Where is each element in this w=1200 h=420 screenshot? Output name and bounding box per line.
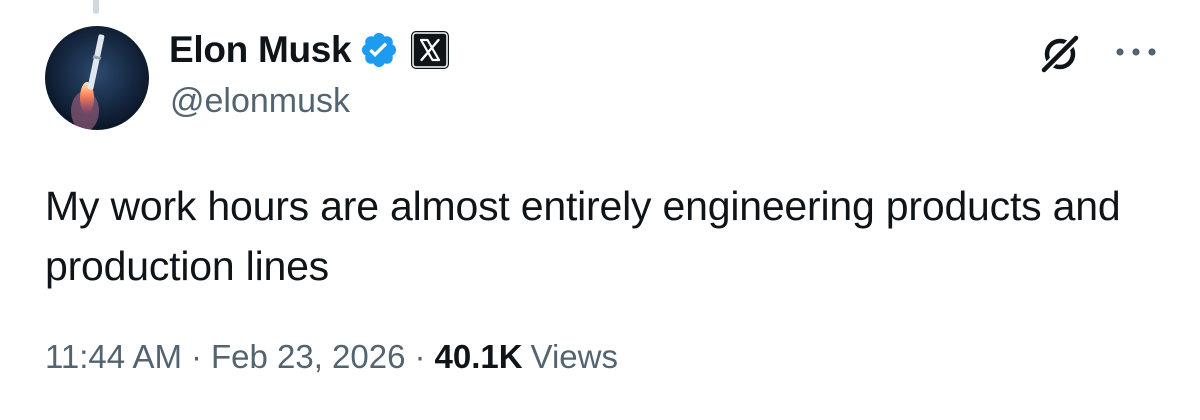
author-display-name[interactable]: Elon Musk bbox=[169, 29, 352, 71]
author-name-row: Elon Musk bbox=[169, 28, 450, 72]
meta-separator: · bbox=[414, 338, 426, 375]
verified-badge-icon[interactable] bbox=[359, 30, 399, 70]
views-label[interactable]: Views bbox=[531, 338, 618, 376]
grok-icon[interactable] bbox=[1036, 30, 1084, 78]
author-handle[interactable]: @elonmusk bbox=[170, 82, 350, 121]
meta-separator: · bbox=[190, 338, 202, 375]
avatar-image bbox=[45, 26, 149, 130]
more-dots-icon[interactable] bbox=[1112, 38, 1160, 66]
avatar[interactable] bbox=[45, 26, 149, 130]
tweet-meta: 11:44 AM · Feb 23, 2026 · 40.1K Views bbox=[45, 338, 618, 376]
views-count[interactable]: 40.1K bbox=[434, 338, 522, 376]
tweet-text: My work hours are almost entirely engine… bbox=[45, 183, 1121, 289]
thread-connector-line bbox=[93, 0, 99, 14]
tweet-date[interactable]: Feb 23, 2026 bbox=[211, 338, 406, 376]
x-logo-icon[interactable] bbox=[411, 31, 450, 69]
tweet-time[interactable]: 11:44 AM bbox=[45, 338, 182, 376]
